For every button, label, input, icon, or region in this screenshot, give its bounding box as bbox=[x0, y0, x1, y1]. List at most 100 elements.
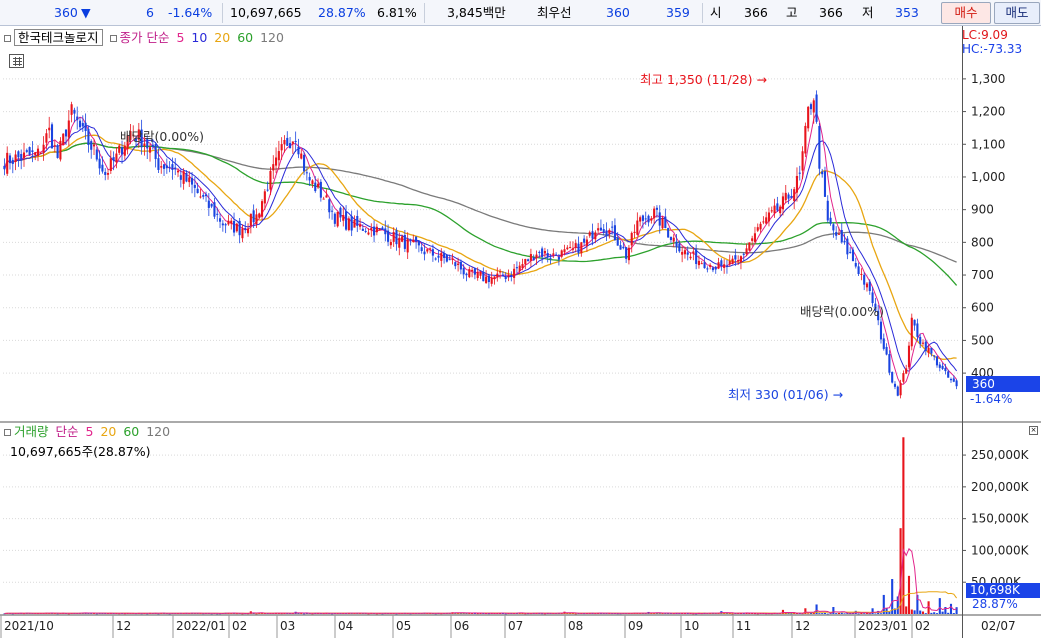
legend-toggle-icon[interactable] bbox=[109, 35, 117, 42]
sell-button[interactable]: 매도 bbox=[994, 2, 1040, 24]
candle-body bbox=[776, 203, 779, 211]
candle-body bbox=[157, 158, 160, 170]
candle-body bbox=[888, 354, 891, 373]
current-price: 360 bbox=[54, 5, 78, 20]
volume-bar bbox=[910, 609, 913, 614]
y-tick-label: 1,100 bbox=[971, 137, 1005, 151]
candle-body bbox=[241, 228, 244, 239]
volume-bar bbox=[902, 437, 905, 614]
buy-button[interactable]: 매수 bbox=[941, 2, 991, 24]
price-change-pct: -1.64% bbox=[168, 5, 213, 20]
low-annotation: 최저 330 (01/06) → bbox=[728, 387, 844, 402]
candle-body bbox=[865, 283, 869, 288]
candle-body bbox=[765, 217, 768, 224]
chart-canvas[interactable]: 4005006007008009001,0001,1001,2001,30050… bbox=[0, 26, 1041, 638]
candle-body bbox=[560, 250, 563, 257]
volume-tick-label: 150,000K bbox=[971, 512, 1030, 526]
candle-body bbox=[440, 252, 443, 261]
candle-body bbox=[611, 226, 614, 228]
candle-body bbox=[933, 355, 936, 357]
candle-body bbox=[283, 140, 286, 145]
candle-body bbox=[487, 275, 490, 283]
legend-toggle-icon[interactable] bbox=[4, 35, 11, 42]
candle-body bbox=[748, 242, 751, 251]
candle-body bbox=[339, 207, 342, 218]
candle-body bbox=[927, 347, 930, 353]
volume: 10,697,665 bbox=[230, 5, 302, 20]
candle-body bbox=[790, 195, 793, 199]
candle-body bbox=[510, 275, 513, 277]
candle-body bbox=[812, 100, 815, 113]
ma120-label: 120 bbox=[260, 30, 284, 45]
candle-body bbox=[448, 259, 451, 261]
legend-toggle-icon[interactable] bbox=[4, 429, 11, 436]
candle-body bbox=[566, 247, 569, 250]
candle-body bbox=[235, 223, 238, 232]
candle-body bbox=[378, 228, 381, 231]
candle-body bbox=[375, 226, 378, 233]
candle-body bbox=[50, 124, 54, 149]
x-tick-label: 06 bbox=[454, 619, 469, 633]
volume-bar bbox=[930, 612, 933, 614]
candle-body bbox=[524, 259, 527, 265]
candle-body bbox=[731, 258, 734, 264]
volume-bar bbox=[921, 611, 925, 614]
quote-bar: 360 ▼ 6 -1.64% 10,697,665 28.87% 6.81% 3… bbox=[0, 0, 1041, 26]
turnover-ratio: 28.87% bbox=[318, 5, 366, 20]
candle-body bbox=[804, 125, 807, 154]
candle-body bbox=[174, 167, 177, 170]
candle-body bbox=[148, 147, 152, 153]
volume-bar bbox=[871, 608, 874, 614]
volume-bar bbox=[731, 613, 734, 615]
candle-body bbox=[633, 231, 636, 233]
candle-body bbox=[557, 256, 560, 260]
candle-body bbox=[56, 145, 59, 158]
candle-body bbox=[336, 211, 339, 227]
candle-body bbox=[482, 271, 485, 282]
candle-body bbox=[924, 341, 927, 351]
x-tick-label: 02/07 bbox=[981, 619, 1016, 633]
stock-name[interactable]: 한국테크놀로지 bbox=[14, 29, 103, 46]
vol-ma120-label: 120 bbox=[146, 424, 171, 439]
candle-body bbox=[244, 228, 247, 230]
candle-body bbox=[818, 125, 821, 169]
close-icon[interactable]: × bbox=[1029, 426, 1038, 435]
x-tick-label: 2022/01 bbox=[176, 619, 226, 633]
candle-body bbox=[801, 151, 804, 171]
candle-body bbox=[297, 146, 300, 155]
candle-body bbox=[569, 247, 572, 249]
candle-body bbox=[193, 184, 196, 188]
candle-body bbox=[347, 218, 350, 231]
candle-body bbox=[647, 215, 650, 223]
candle-body bbox=[686, 252, 689, 255]
candle-body bbox=[87, 128, 90, 145]
volume-bar bbox=[952, 613, 955, 614]
candle-body bbox=[333, 213, 336, 224]
y-tick-label: 600 bbox=[971, 301, 994, 315]
candle-body bbox=[521, 264, 524, 269]
candle-body bbox=[154, 144, 157, 160]
candle-body bbox=[249, 213, 252, 226]
candle-body bbox=[837, 233, 841, 235]
candle-body bbox=[59, 140, 62, 160]
candle-body bbox=[67, 120, 70, 138]
candle-body bbox=[331, 210, 334, 212]
candle-body bbox=[62, 133, 65, 145]
volume-bar bbox=[857, 613, 860, 615]
candle-body bbox=[462, 267, 465, 275]
candle-body bbox=[625, 247, 628, 259]
candle-body bbox=[465, 273, 468, 276]
candle-body bbox=[935, 356, 939, 366]
chart-area[interactable]: 4005006007008009001,0001,1001,2001,30050… bbox=[0, 26, 1041, 638]
grid-toggle-icon[interactable] bbox=[9, 54, 24, 68]
candle-body bbox=[793, 189, 796, 202]
candle-body bbox=[361, 228, 364, 231]
candle-body bbox=[549, 257, 552, 259]
candle-body bbox=[767, 212, 771, 222]
candle-body bbox=[527, 259, 530, 262]
ma-prefix: 종가 단순 bbox=[119, 30, 170, 45]
candle-body bbox=[42, 144, 45, 154]
candle-body bbox=[616, 237, 619, 246]
volume-bar bbox=[955, 607, 958, 614]
candle-body bbox=[807, 106, 810, 129]
